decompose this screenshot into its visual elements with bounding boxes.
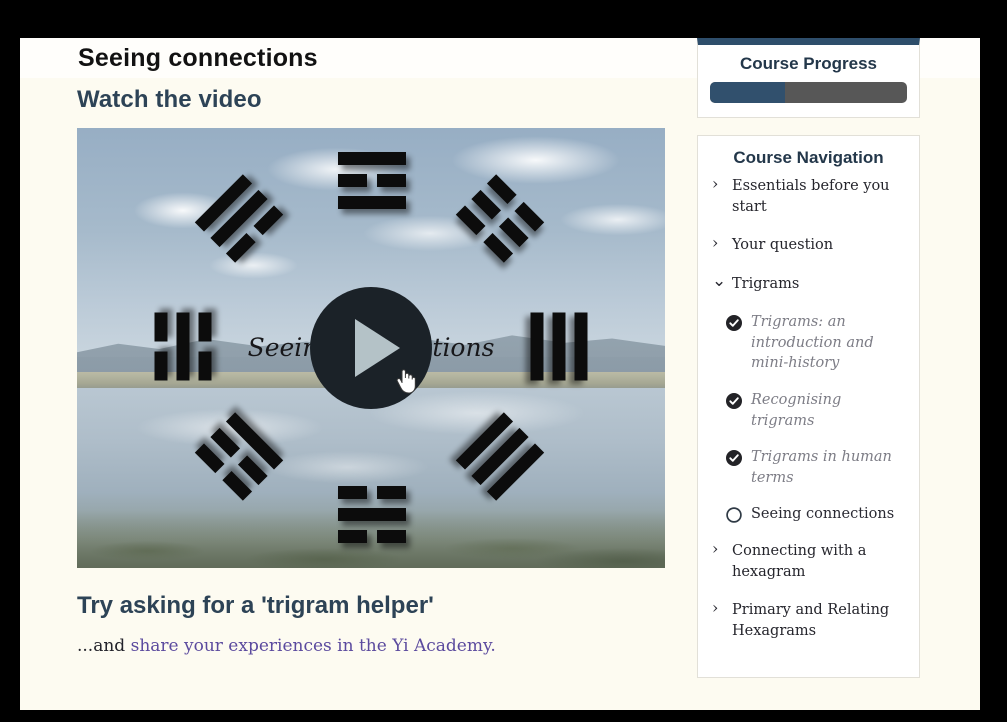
nav-item-2[interactable]: ⌄ Trigrams	[712, 270, 909, 295]
main-content: Watch the video Seeing Try asking for a …	[77, 86, 667, 656]
course-navigation-card: Course Navigation › Essentials before you…	[697, 135, 920, 679]
trigram-right	[530, 312, 588, 381]
nav-item-label: Trigrams: an introduction and mini-histo…	[751, 314, 874, 372]
check-circle-icon	[726, 393, 742, 410]
video-player[interactable]: Seeing connections	[77, 128, 665, 568]
trigram-line	[338, 486, 406, 499]
nav-item-8[interactable]: › Primary and Relating Hexagrams	[712, 600, 909, 641]
chevron-right-icon: ›	[712, 174, 719, 193]
nav-item-3[interactable]: Trigrams: an introduction and mini-histo…	[712, 312, 909, 374]
play-icon	[354, 319, 400, 377]
watch-video-heading: Watch the video	[77, 86, 262, 113]
cta-body: ...and share your experiences in the Yi …	[77, 636, 667, 656]
course-progress-card: Course Progress	[697, 38, 920, 118]
nav-item-label: Recognising trigrams	[751, 392, 842, 429]
cta-prefix: ...and	[77, 636, 131, 656]
nav-item-label: Connecting with a hexagram	[732, 542, 867, 580]
nav-item-label: Trigrams in human terms	[751, 449, 892, 486]
nav-item-label: Your question	[732, 237, 834, 254]
course-page: Seeing connections Watch the video Seein…	[20, 38, 980, 710]
nav-item-0[interactable]: › Essentials before you start	[712, 176, 909, 217]
course-progress-title: Course Progress	[740, 54, 877, 73]
nav-item-5[interactable]: Trigrams in human terms	[712, 447, 909, 488]
sidebar: Course Progress Course Navigation › Essen…	[697, 38, 920, 679]
nav-item-label: Primary and Relating Hexagrams	[732, 602, 890, 639]
nav-item-1[interactable]: › Your question	[712, 235, 909, 256]
trigram-top	[338, 152, 406, 209]
trigram-line	[552, 312, 566, 381]
chevron-right-icon: ›	[712, 598, 719, 618]
check-circle-icon	[726, 315, 742, 332]
empty-circle-icon	[726, 507, 742, 524]
trigram-line	[338, 530, 406, 543]
check-circle-icon	[726, 450, 742, 467]
nav-item-7[interactable]: › Connecting with a hexagram	[712, 538, 909, 582]
page-title: Seeing connections	[78, 44, 318, 72]
chevron-right-icon: ›	[712, 233, 719, 253]
trigram-line	[574, 312, 588, 381]
trigram-line	[338, 196, 406, 209]
nav-item-label: Essentials before you start	[732, 178, 890, 215]
trigram-line	[530, 312, 544, 381]
trigram-line	[338, 508, 406, 521]
nav-item-label: Seeing connections	[751, 506, 895, 523]
chevron-down-icon: ⌄	[712, 270, 727, 291]
yi-academy-link[interactable]: share your experiences in the Yi Academy…	[131, 636, 496, 656]
trigram-line	[199, 313, 212, 381]
trigram-line	[155, 313, 168, 381]
nav-item-label: Trigrams	[732, 275, 800, 292]
progress-bar-fill	[710, 82, 785, 103]
play-button[interactable]	[310, 287, 432, 409]
trigram-line	[338, 174, 406, 187]
cta-heading: Try asking for a 'trigram helper'	[77, 592, 434, 619]
nav-item-4[interactable]: Recognising trigrams	[712, 390, 909, 431]
trigram-bottom	[338, 486, 406, 543]
progress-bar-track	[710, 82, 907, 103]
course-navigation-title: Course Navigation	[733, 148, 884, 167]
nav-item-6[interactable]: Seeing connections	[712, 504, 909, 525]
chevron-right-icon: ›	[712, 538, 719, 558]
trigram-line	[176, 312, 190, 381]
trigram-line	[338, 152, 406, 165]
course-navigation-list: › Essentials before you start › Your questi…	[698, 176, 919, 641]
trigram-left	[155, 312, 212, 381]
